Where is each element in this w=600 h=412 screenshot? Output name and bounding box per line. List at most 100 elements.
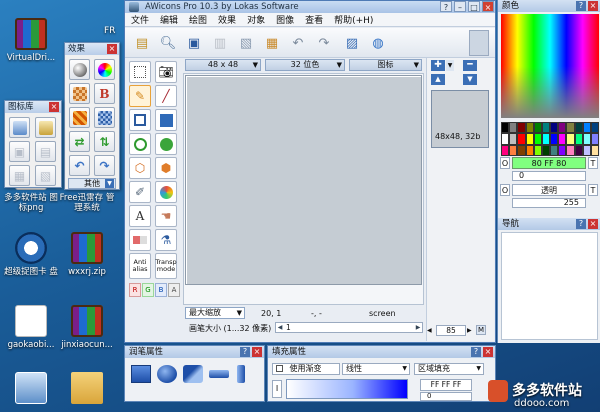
close-icon[interactable]: ×	[588, 1, 598, 11]
add-frame-dropdown[interactable]: ▼	[446, 60, 454, 71]
add-frame-button[interactable]: ✚	[431, 60, 445, 71]
fill-tool[interactable]	[155, 181, 177, 203]
palette-swatch[interactable]	[509, 144, 518, 156]
palette-swatch[interactable]	[533, 122, 542, 134]
palette-swatch[interactable]	[509, 122, 518, 134]
eraser-tool[interactable]	[129, 229, 151, 251]
web-button[interactable]: ◍	[367, 32, 389, 54]
current-color-swatch[interactable]: 80 FF 80	[512, 157, 586, 169]
palette-swatch[interactable]	[517, 133, 526, 145]
eyedropper-tool[interactable]: ✐	[129, 181, 151, 203]
desktop-icon[interactable]	[2, 372, 60, 407]
sphere-effect-button[interactable]	[69, 59, 90, 80]
palette-swatch[interactable]	[566, 144, 575, 156]
palette-swatch[interactable]	[501, 122, 510, 134]
grid-effect-button[interactable]	[94, 107, 115, 128]
menu-help[interactable]: 帮助(+H)	[334, 13, 373, 26]
select-tool[interactable]	[129, 61, 151, 83]
gradient-end-slider[interactable]: 0	[420, 392, 472, 401]
palette-swatch[interactable]	[582, 133, 591, 145]
icon-size-select[interactable]: 48 x 48 ▼	[185, 59, 261, 71]
color-depth-select[interactable]: 32 位色 ▼	[265, 59, 345, 71]
channel-b[interactable]: B	[155, 283, 167, 297]
icon-library-title[interactable]: 图标库 ×	[5, 101, 61, 113]
library-add-button[interactable]	[9, 117, 30, 138]
move-frame-down-button[interactable]: ▼	[463, 74, 477, 85]
menu-object[interactable]: 对象	[247, 13, 265, 26]
desktop-icon[interactable]: 超级捉图卡 盘	[2, 232, 60, 277]
undo-button[interactable]: ↶	[287, 32, 309, 54]
maximize-icon[interactable]: □	[468, 1, 480, 12]
palette-swatch[interactable]	[525, 144, 534, 156]
transparent-mode-toggle[interactable]: Transp mode	[155, 253, 177, 279]
palette-swatch[interactable]	[501, 133, 510, 145]
text-color-toggle[interactable]: T	[588, 157, 598, 169]
slider-left-arrow[interactable]: ◀	[276, 323, 284, 332]
help-icon[interactable]: ?	[440, 1, 452, 12]
window-titlebar[interactable]: AWicons Pro 10.3 by Lokas Software ? – □…	[125, 1, 495, 13]
anti-alias-toggle[interactable]: Anti alias	[129, 253, 151, 279]
close-icon[interactable]: ×	[483, 347, 493, 357]
zoom-value[interactable]: 85	[436, 324, 466, 336]
fill-i-toggle[interactable]: I	[272, 380, 282, 398]
filled-ellipse-tool[interactable]	[155, 133, 177, 155]
menu-image[interactable]: 图像	[276, 13, 294, 26]
camera-tool[interactable]: 📷︎	[155, 61, 177, 83]
zoom-right-arrow[interactable]: ▶	[467, 327, 475, 334]
alpha-slider[interactable]: 0	[512, 171, 586, 181]
library-paste-button[interactable]: ▤	[35, 141, 56, 162]
stroke-panel-title[interactable]: 润笔属性 ? ×	[125, 346, 264, 358]
nav-panel-title[interactable]: 导航 ? ×	[498, 218, 600, 230]
paste-button[interactable]: ▦	[261, 32, 283, 54]
palette-swatch[interactable]	[582, 122, 591, 134]
palette-swatch[interactable]	[550, 144, 559, 156]
opacity-slider[interactable]: 255	[512, 198, 586, 208]
new-button[interactable]: ▤	[131, 32, 153, 54]
palette-swatch[interactable]	[541, 122, 550, 134]
filled-rectangle-tool[interactable]	[155, 109, 177, 131]
palette-swatch[interactable]	[574, 122, 583, 134]
undo-effect-button[interactable]: ↶	[69, 155, 90, 176]
palette-swatch[interactable]	[550, 133, 559, 145]
pixel-effect-button[interactable]	[69, 107, 90, 128]
palette-swatch[interactable]	[574, 144, 583, 156]
file-type-select[interactable]: 图标 ▼	[349, 59, 422, 71]
desktop-icon[interactable]: wxxrj.zip	[58, 232, 116, 277]
bold-effect-button[interactable]: B	[94, 83, 115, 104]
checker-effect-button[interactable]	[69, 83, 90, 104]
library-copy-button[interactable]: ▣	[9, 141, 30, 162]
opacity-toggle[interactable]: O	[500, 157, 510, 169]
library-extract-button[interactable]: ▧	[35, 165, 56, 186]
menu-draw[interactable]: 绘图	[189, 13, 207, 26]
effects-more-select[interactable]: 其他 ▼	[68, 178, 116, 189]
palette-swatch[interactable]	[517, 144, 526, 156]
desktop-icon[interactable]: jinxiaocun...	[58, 305, 116, 350]
palette-swatch[interactable]	[509, 133, 518, 145]
palette-swatch[interactable]	[566, 122, 575, 134]
menu-file[interactable]: 文件	[131, 13, 149, 26]
zoom-button[interactable]: 🔍︎	[157, 32, 179, 54]
palette-swatch[interactable]	[541, 133, 550, 145]
filled-polygon-tool[interactable]: ⬢	[155, 157, 177, 179]
smudge-tool[interactable]: ☚	[155, 205, 177, 227]
palette-swatch[interactable]	[558, 133, 567, 145]
desktop-icon[interactable]: VirtualDri...	[2, 18, 60, 63]
desktop-icon[interactable]: gaokaobi...	[2, 305, 60, 350]
export-button[interactable]: ▨	[341, 32, 363, 54]
help-icon[interactable]: ?	[471, 347, 481, 357]
menu-view[interactable]: 查看	[305, 13, 323, 26]
move-frame-up-button[interactable]: ▲	[431, 74, 445, 85]
help-icon[interactable]: ?	[576, 1, 586, 11]
library-save-button[interactable]	[35, 117, 56, 138]
gradient-end-color[interactable]: FF FF FF	[420, 379, 472, 391]
redo-button[interactable]: ↷	[313, 32, 335, 54]
swap-effect-button[interactable]: ⇅	[94, 131, 115, 152]
palette-swatch[interactable]	[541, 144, 550, 156]
palette-swatch[interactable]	[574, 133, 583, 145]
color-spectrum[interactable]	[501, 14, 599, 118]
palette-swatch[interactable]	[517, 122, 526, 134]
menu-edit[interactable]: 编辑	[160, 13, 178, 26]
library-delete-button[interactable]: ▦	[9, 165, 30, 186]
channel-a[interactable]: A	[168, 283, 180, 297]
color-panel-title[interactable]: 颜色 ? ×	[498, 0, 600, 12]
